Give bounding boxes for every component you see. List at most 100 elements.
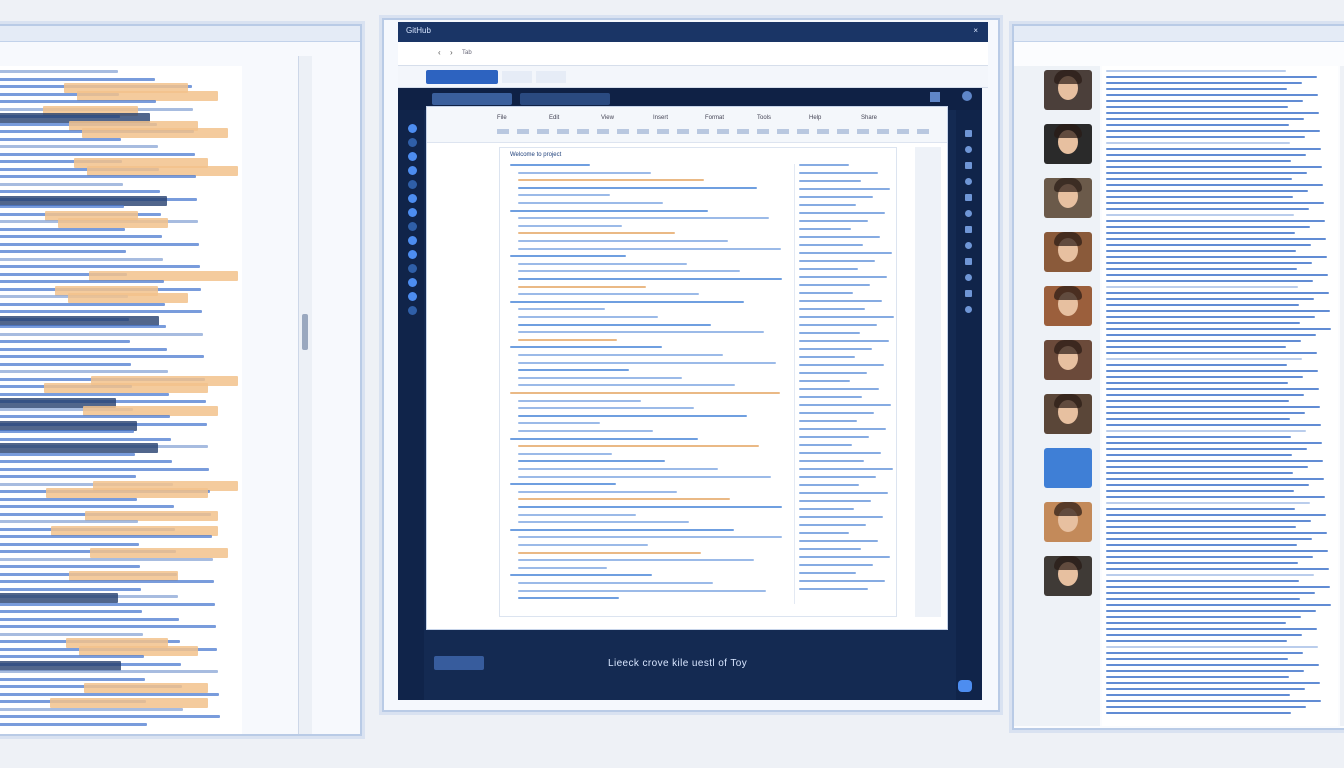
- doc-line: [510, 528, 734, 531]
- nav-icon[interactable]: [408, 180, 417, 189]
- side-line: [799, 508, 854, 510]
- tab-3[interactable]: [536, 71, 566, 83]
- text-line: [1106, 556, 1313, 558]
- format-icon[interactable]: [537, 129, 549, 134]
- tool-icon[interactable]: [965, 146, 972, 153]
- format-icon[interactable]: [577, 129, 589, 134]
- format-icon[interactable]: [517, 129, 529, 134]
- nav-icon[interactable]: [408, 152, 417, 161]
- thumbnail-person-4[interactable]: [1044, 232, 1092, 272]
- format-icon[interactable]: [617, 129, 629, 134]
- toolbar-item[interactable]: Share: [861, 115, 877, 121]
- nav-icon[interactable]: [408, 236, 417, 245]
- text-line: [1106, 490, 1294, 492]
- format-icon[interactable]: [637, 129, 649, 134]
- tool-icon[interactable]: [965, 242, 972, 249]
- close-icon[interactable]: ×: [973, 26, 978, 35]
- format-icon[interactable]: [777, 129, 789, 134]
- doc-line: [518, 217, 769, 220]
- format-icon[interactable]: [917, 129, 929, 134]
- text-line: [1106, 220, 1325, 222]
- highlight-block: [77, 90, 218, 101]
- nav-icon[interactable]: [408, 278, 417, 287]
- nav-icon[interactable]: [408, 166, 417, 175]
- grid-icon[interactable]: [930, 92, 940, 102]
- left-scrollbar[interactable]: [298, 56, 312, 734]
- format-icon[interactable]: [557, 129, 569, 134]
- format-icon[interactable]: [677, 129, 689, 134]
- format-icon[interactable]: [597, 129, 609, 134]
- left-scrollbar-thumb[interactable]: [302, 314, 308, 350]
- text-line: [0, 355, 204, 358]
- text-line: [0, 655, 144, 658]
- nav-icon[interactable]: [408, 292, 417, 301]
- nav-icon[interactable]: [408, 138, 417, 147]
- toolbar-item[interactable]: Insert: [653, 115, 668, 121]
- format-icon[interactable]: [897, 129, 909, 134]
- settings-icon[interactable]: [962, 91, 972, 101]
- format-icon[interactable]: [797, 129, 809, 134]
- chat-icon[interactable]: [958, 680, 972, 692]
- format-icon[interactable]: [877, 129, 889, 134]
- text-line: [1106, 214, 1294, 216]
- format-icon[interactable]: [757, 129, 769, 134]
- format-icon[interactable]: [837, 129, 849, 134]
- toolbar-item[interactable]: View: [601, 115, 614, 121]
- text-line: [0, 70, 118, 73]
- format-icon[interactable]: [717, 129, 729, 134]
- side-line: [799, 588, 868, 590]
- format-icon[interactable]: [497, 129, 509, 134]
- format-icon[interactable]: [817, 129, 829, 134]
- forward-icon[interactable]: ›: [450, 48, 453, 57]
- format-icon[interactable]: [857, 129, 869, 134]
- text-line: [1106, 406, 1320, 408]
- tool-icon[interactable]: [965, 210, 972, 217]
- right-scrollbar[interactable]: [1340, 66, 1344, 726]
- tool-icon[interactable]: [965, 274, 972, 281]
- toolbar-item[interactable]: Tools: [757, 115, 771, 121]
- thumbnail-person-3[interactable]: [1044, 178, 1092, 218]
- text-line: [1106, 670, 1304, 672]
- tool-icon[interactable]: [965, 130, 972, 137]
- nav-icon[interactable]: [408, 250, 417, 259]
- tool-icon[interactable]: [965, 306, 972, 313]
- text-line: [0, 100, 156, 103]
- nav-icon[interactable]: [408, 208, 417, 217]
- tab-2[interactable]: [502, 71, 532, 83]
- thumbnail-person-1[interactable]: [1044, 70, 1092, 110]
- tool-icon[interactable]: [965, 162, 972, 169]
- thumbnail-person-7[interactable]: [1044, 556, 1092, 596]
- repo-path-block: [520, 93, 610, 105]
- thumbnail-scene-2[interactable]: [1044, 502, 1092, 542]
- text-line: [0, 722, 147, 726]
- nav-icon[interactable]: [408, 194, 417, 203]
- doc-line: [510, 437, 698, 440]
- nav-icon[interactable]: [408, 124, 417, 133]
- format-icon[interactable]: [697, 129, 709, 134]
- format-icon[interactable]: [657, 129, 669, 134]
- doc-line: [510, 574, 652, 577]
- toolbar-item[interactable]: Help: [809, 115, 821, 121]
- tab-label[interactable]: Tab: [462, 50, 472, 56]
- thumbnail-person-5[interactable]: [1044, 340, 1092, 380]
- thumbnail-person-6[interactable]: [1044, 394, 1092, 434]
- tool-icon[interactable]: [965, 178, 972, 185]
- thumbnail-blue-tile[interactable]: [1044, 448, 1092, 488]
- nav-icon[interactable]: [408, 222, 417, 231]
- nav-icon[interactable]: [408, 264, 417, 273]
- thumbnail-person-2[interactable]: [1044, 124, 1092, 164]
- toolbar-item[interactable]: File: [497, 115, 507, 121]
- tool-icon[interactable]: [965, 226, 972, 233]
- toolbar-item[interactable]: Edit: [549, 115, 559, 121]
- tool-icon[interactable]: [965, 290, 972, 297]
- tool-icon[interactable]: [965, 194, 972, 201]
- nav-icon[interactable]: [408, 306, 417, 315]
- thumbnail-scene-1[interactable]: [1044, 286, 1092, 326]
- back-icon[interactable]: ‹: [438, 48, 441, 57]
- doc-line: [518, 240, 728, 242]
- text-line: [1106, 664, 1319, 666]
- toolbar-item[interactable]: Format: [705, 115, 724, 121]
- active-tab[interactable]: [426, 70, 498, 84]
- format-icon[interactable]: [737, 129, 749, 134]
- tool-icon[interactable]: [965, 258, 972, 265]
